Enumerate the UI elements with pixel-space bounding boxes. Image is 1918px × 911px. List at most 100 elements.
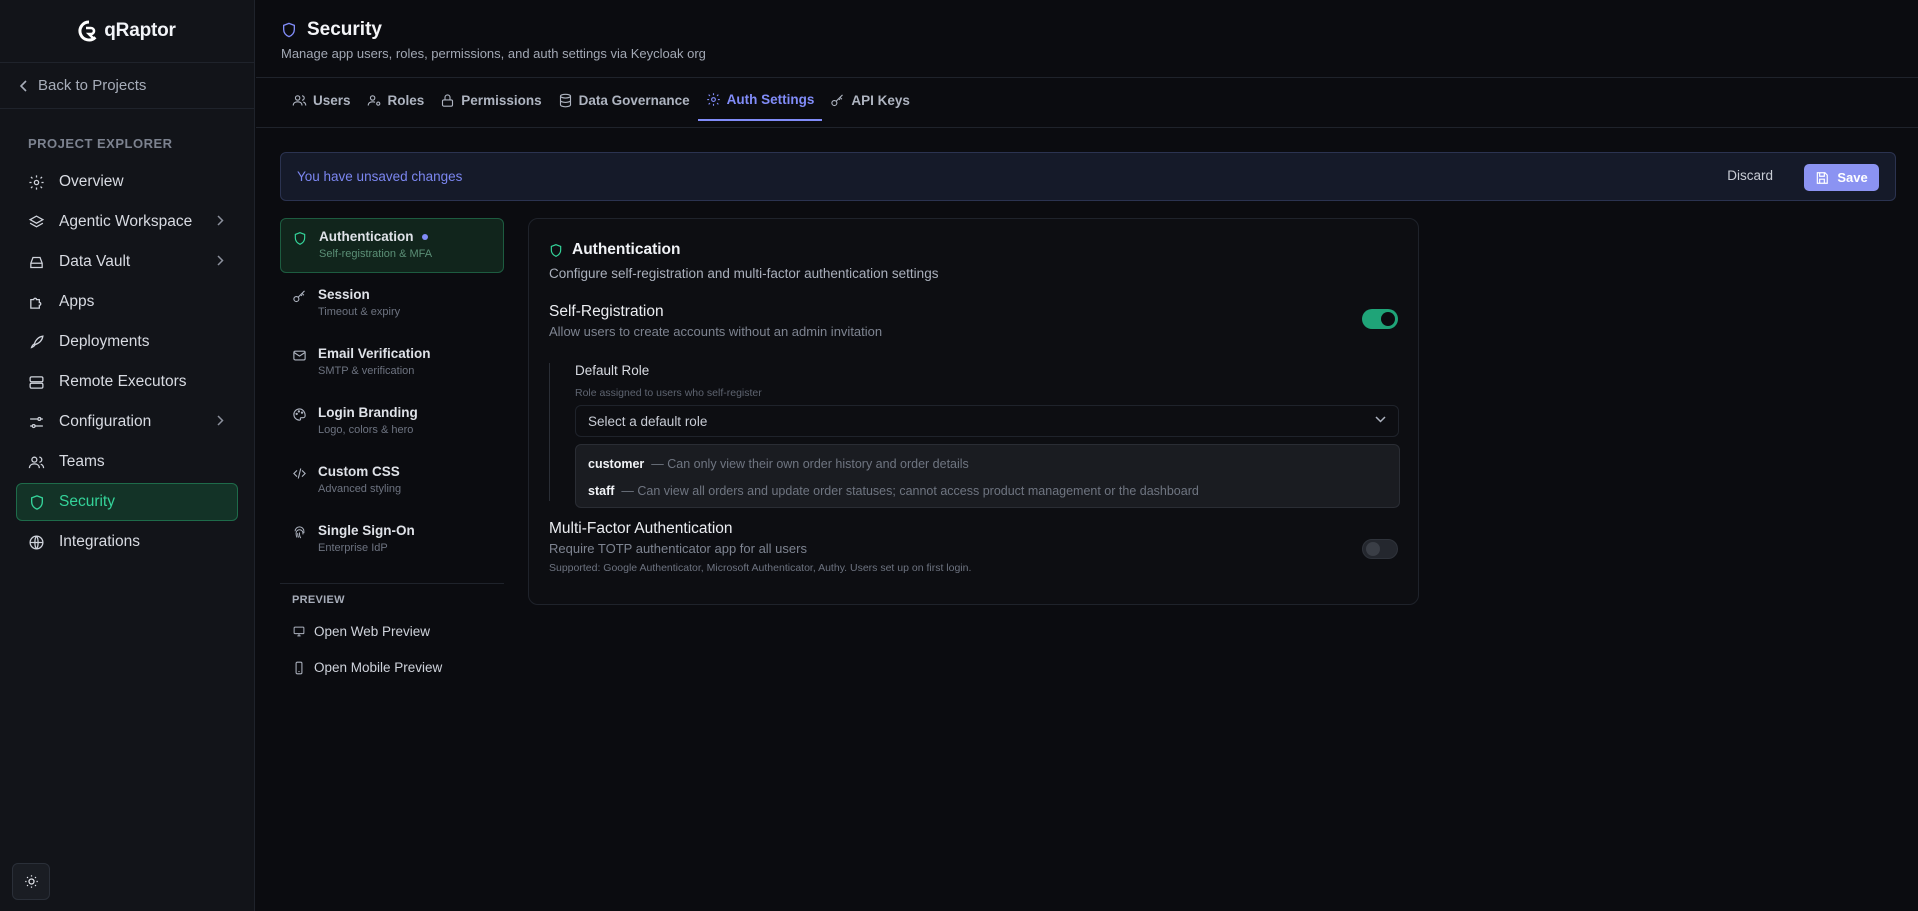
tab-label: Auth Settings bbox=[726, 91, 815, 107]
sun-icon bbox=[24, 874, 39, 889]
lock-icon bbox=[440, 93, 455, 108]
role-option-staff[interactable]: staff — Can view all orders and update o… bbox=[576, 477, 1399, 504]
settings-item-title: Single Sign-On bbox=[318, 523, 415, 538]
default-role-label: Default Role bbox=[575, 363, 650, 378]
preview-link-label: Open Mobile Preview bbox=[314, 660, 443, 675]
self-registration-toggle[interactable] bbox=[1362, 309, 1398, 329]
users-icon bbox=[28, 454, 45, 471]
section-label: PROJECT EXPLORER bbox=[28, 136, 173, 151]
chevron-right-icon bbox=[217, 415, 224, 426]
server-icon bbox=[28, 374, 45, 391]
brand-logo[interactable]: qRaptor bbox=[0, 0, 254, 63]
mfa-supported-note: Supported: Google Authenticator, Microso… bbox=[549, 562, 972, 574]
tab-auth-settings[interactable]: Auth Settings bbox=[697, 79, 823, 121]
default-role-section: Default Role Role assigned to users who … bbox=[549, 363, 1400, 508]
shield-icon bbox=[281, 21, 297, 39]
default-role-select[interactable]: Select a default role bbox=[575, 405, 1399, 437]
gear-icon bbox=[706, 92, 721, 107]
tab-roles[interactable]: Roles bbox=[359, 79, 433, 121]
shield-icon bbox=[293, 231, 307, 246]
settings-item-subtitle: Self-registration & MFA bbox=[319, 248, 433, 260]
tab-data-governance[interactable]: Data Governance bbox=[550, 79, 698, 121]
back-to-projects-link[interactable]: Back to Projects bbox=[0, 63, 254, 109]
fingerprint-icon bbox=[292, 525, 307, 540]
sidebar: qRaptor Back to Projects PROJECT EXPLORE… bbox=[0, 0, 255, 911]
mfa-toggle[interactable] bbox=[1362, 539, 1398, 559]
discard-button[interactable]: Discard bbox=[1727, 168, 1773, 183]
shield-icon bbox=[549, 243, 563, 258]
back-label: Back to Projects bbox=[38, 77, 147, 94]
sidebar-item-label: Agentic Workspace bbox=[59, 213, 193, 230]
divider bbox=[280, 583, 504, 584]
sidebar-item-deployments[interactable]: Deployments bbox=[16, 323, 238, 361]
role-option-description: — Can view all orders and update order s… bbox=[621, 483, 1199, 498]
chevron-right-icon bbox=[217, 255, 224, 266]
globe-icon bbox=[28, 534, 45, 551]
role-option-customer[interactable]: customer — Can only view their own order… bbox=[576, 450, 1399, 477]
sidebar-item-label: Overview bbox=[59, 173, 124, 190]
sidebar-item-label: Teams bbox=[59, 453, 105, 470]
settings-item-custom-css[interactable]: Custom CSS Advanced styling bbox=[280, 454, 504, 509]
gear-icon bbox=[28, 174, 45, 191]
settings-item-subtitle: Advanced styling bbox=[318, 483, 402, 495]
sidebar-item-overview[interactable]: Overview bbox=[16, 163, 238, 201]
page-header: Security Manage app users, roles, permis… bbox=[256, 0, 1918, 78]
card-description: Configure self-registration and multi-fa… bbox=[549, 266, 939, 281]
brand-name: qRaptor bbox=[104, 20, 176, 41]
sidebar-item-apps[interactable]: Apps bbox=[16, 283, 238, 321]
preview-link-label: Open Web Preview bbox=[314, 624, 431, 639]
auth-settings-menu: Authentication Self-registration & MFA S… bbox=[280, 218, 504, 690]
sidebar-item-label: Deployments bbox=[59, 333, 150, 350]
role-option-description: — Can only view their own order history … bbox=[651, 456, 969, 471]
drive-icon bbox=[28, 254, 45, 271]
security-tabs: Users Roles Permissions Data Governance … bbox=[256, 79, 1918, 128]
code-icon bbox=[292, 466, 307, 481]
card-title: Authentication bbox=[572, 241, 681, 258]
user-cog-icon bbox=[367, 93, 382, 108]
tab-label: Permissions bbox=[461, 92, 542, 108]
open-web-preview-link[interactable]: Open Web Preview bbox=[280, 618, 504, 645]
sidebar-item-label: Data Vault bbox=[59, 253, 131, 270]
sidebar-item-label: Integrations bbox=[59, 533, 140, 550]
tab-api-keys[interactable]: API Keys bbox=[822, 79, 918, 121]
unsaved-message: You have unsaved changes bbox=[297, 169, 463, 184]
tab-users[interactable]: Users bbox=[284, 79, 359, 121]
sidebar-item-security[interactable]: Security bbox=[16, 483, 238, 521]
users-icon bbox=[292, 93, 307, 108]
preview-label: PREVIEW bbox=[292, 594, 345, 606]
smartphone-icon bbox=[292, 661, 306, 675]
settings-item-authentication[interactable]: Authentication Self-registration & MFA bbox=[280, 218, 504, 273]
layers-icon bbox=[28, 214, 45, 231]
select-placeholder: Select a default role bbox=[588, 414, 708, 429]
role-option-name: customer bbox=[588, 456, 645, 471]
settings-item-title: Login Branding bbox=[318, 405, 418, 420]
default-role-hint: Role assigned to users who self-register bbox=[575, 387, 762, 399]
settings-item-title: Session bbox=[318, 287, 370, 302]
settings-item-subtitle: Logo, colors & hero bbox=[318, 424, 414, 436]
settings-item-session[interactable]: Session Timeout & expiry bbox=[280, 277, 504, 332]
settings-item-login-branding[interactable]: Login Branding Logo, colors & hero bbox=[280, 395, 504, 450]
tab-label: Data Governance bbox=[578, 92, 690, 108]
sliders-icon bbox=[28, 414, 45, 431]
sidebar-item-teams[interactable]: Teams bbox=[16, 443, 238, 481]
shield-icon bbox=[29, 494, 45, 511]
sidebar-item-label: Security bbox=[59, 493, 115, 510]
sidebar-item-data-vault[interactable]: Data Vault bbox=[16, 243, 238, 281]
sidebar-item-integrations[interactable]: Integrations bbox=[16, 523, 238, 561]
settings-item-single-sign-on[interactable]: Single Sign-On Enterprise IdP bbox=[280, 513, 504, 568]
settings-item-email-verification[interactable]: Email Verification SMTP & verification bbox=[280, 336, 504, 391]
settings-item-title: Authentication bbox=[319, 229, 414, 244]
open-mobile-preview-link[interactable]: Open Mobile Preview bbox=[280, 654, 504, 681]
title-row: Security bbox=[281, 19, 382, 41]
sidebar-item-remote-executors[interactable]: Remote Executors bbox=[16, 363, 238, 401]
key-icon bbox=[292, 289, 307, 304]
toggle-knob bbox=[1381, 312, 1395, 326]
mfa-title: Multi-Factor Authentication bbox=[549, 520, 733, 537]
settings-item-title: Custom CSS bbox=[318, 464, 400, 479]
save-button[interactable]: Save bbox=[1804, 164, 1879, 191]
theme-toggle-button[interactable] bbox=[12, 863, 50, 900]
self-registration-description: Allow users to create accounts without a… bbox=[549, 324, 883, 339]
sidebar-item-agentic-workspace[interactable]: Agentic Workspace bbox=[16, 203, 238, 241]
tab-permissions[interactable]: Permissions bbox=[432, 79, 549, 121]
sidebar-item-configuration[interactable]: Configuration bbox=[16, 403, 238, 441]
